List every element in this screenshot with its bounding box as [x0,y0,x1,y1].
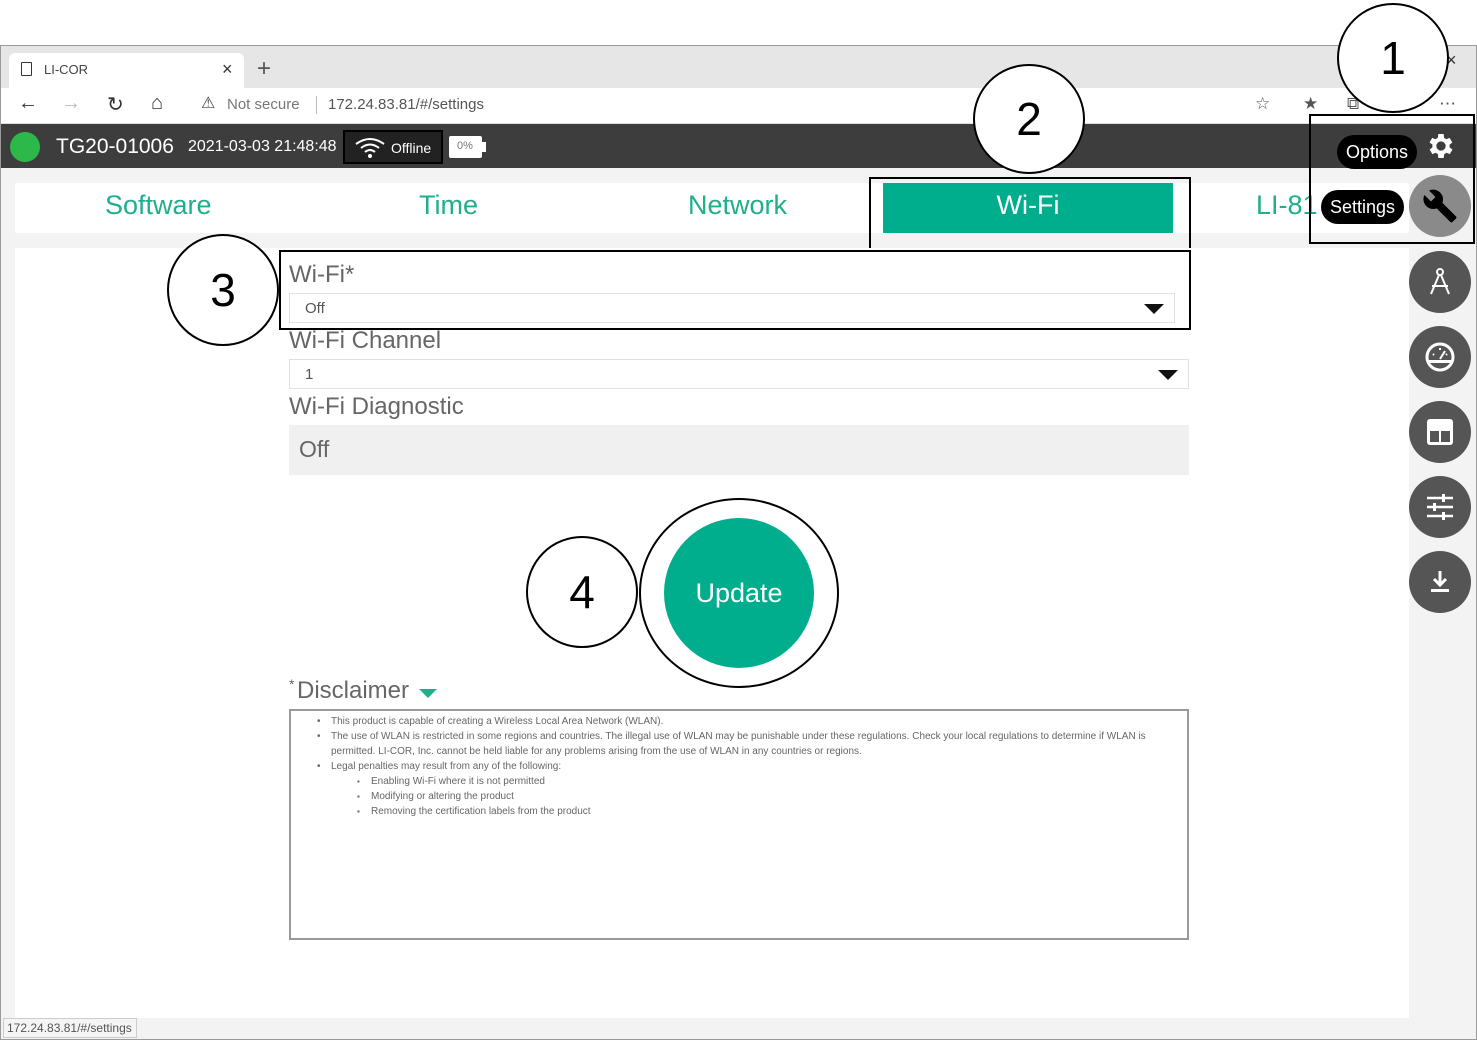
status-indicator [10,132,40,162]
chevron-down-icon [1158,370,1178,380]
disclaimer-item: The use of WLAN is restricted in some re… [291,729,1187,759]
callout-4: 4 [526,536,638,648]
wifi-diagnostic-value: Off [299,436,330,462]
gauge-icon [1425,342,1455,372]
disclaimer-box: This product is capable of creating a Wi… [289,709,1189,940]
highlight-frame-options [1309,114,1475,244]
disclaimer-subitem: Enabling Wi-Fi where it is not permitted [291,774,1187,789]
device-datetime: 2021-03-03 21:48:48 [188,138,337,155]
add-favorite-icon[interactable]: ☆ [1255,94,1270,114]
connection-status: Offline [343,130,443,164]
wifi-diagnostic-label: Wi-Fi Diagnostic [289,393,464,420]
disclaimer-item: This product is capable of creating a Wi… [291,714,1187,729]
not-secure-label[interactable]: Not secure [227,96,300,113]
wifi-diagnostic-field: Off [289,425,1189,475]
device-id: TG20-01006 [56,135,174,158]
screenshot-stage: LI-COR × + ← → ↻ ⌂ ⚠ Not secure 172.24.8… [0,0,1477,1049]
battery-nub [482,142,486,152]
download-icon [1431,571,1449,592]
browser-tab-title: LI-COR [44,62,89,77]
more-menu-icon[interactable]: ⋯ [1439,94,1456,114]
gauge-button[interactable] [1409,326,1471,388]
disclaimer-title[interactable]: Disclaimer [297,677,409,705]
browser-status-bar: 172.24.83.81/#/settings [3,1018,137,1038]
disclaimer-asterisk: * [289,676,295,692]
compass-icon [1430,268,1450,295]
highlight-frame-wifi [279,250,1191,330]
new-tab-icon[interactable]: + [257,55,271,83]
download-button[interactable] [1409,551,1471,613]
connection-label: Offline [391,140,432,156]
wifi-channel-select[interactable]: 1 [289,359,1189,389]
sliders-icon [1427,494,1453,520]
disclaimer-subitem: Modifying or altering the product [291,789,1187,804]
layout-button[interactable] [1409,401,1471,463]
tab-network[interactable]: Network [688,190,787,221]
highlight-frame-tab [869,177,1191,250]
wifi-icon [355,138,385,158]
page-icon [21,62,32,76]
disclaimer-item: Legal penalties may result from any of t… [291,759,1187,774]
battery-indicator: 0% [449,136,482,158]
callout-2: 2 [973,64,1085,174]
reload-icon[interactable]: ↻ [107,92,124,117]
browser-tab[interactable]: LI-COR × [9,53,244,88]
adjust-button[interactable] [1409,476,1471,538]
layout-icon [1427,419,1453,445]
callout-3: 3 [167,234,279,346]
wifi-channel-value: 1 [305,366,314,383]
tab-software[interactable]: Software [105,190,212,221]
close-tab-icon[interactable]: × [222,59,233,80]
tab-time[interactable]: Time [419,190,478,221]
battery-level: 0% [457,140,473,152]
address-separator [316,96,317,114]
address-bar-url[interactable]: 172.24.83.81/#/settings [328,96,484,113]
wifi-channel-label: Wi-Fi Channel [289,327,442,354]
compass-button[interactable] [1409,251,1471,313]
callout-1: 1 [1337,3,1449,113]
home-icon[interactable]: ⌂ [151,92,163,115]
warning-icon: ⚠ [201,95,216,112]
back-icon[interactable]: ← [18,92,38,115]
update-button[interactable]: Update [664,518,814,668]
caret-down-icon[interactable] [419,689,437,698]
status-url: 172.24.83.81/#/settings [7,1021,132,1035]
disclaimer-subitem: Removing the certification labels from t… [291,804,1187,819]
favorites-icon[interactable]: ★ [1303,94,1318,114]
forward-icon[interactable]: → [61,92,81,115]
